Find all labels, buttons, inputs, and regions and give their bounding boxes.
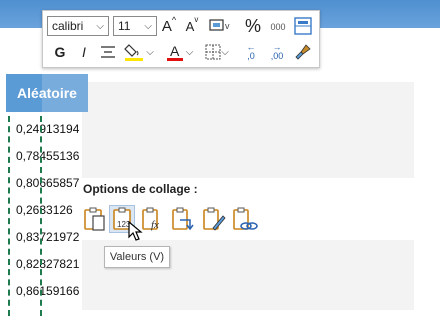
paintbrush-icon <box>295 44 311 60</box>
paste-values-tooltip: Valeurs (V) <box>104 246 170 268</box>
svg-text:v: v <box>225 21 230 31</box>
thousands-label: 000 <box>270 22 286 32</box>
font-size-combo[interactable]: 11 ⌵ <box>113 16 157 36</box>
font-color-label: A <box>170 42 180 59</box>
font-color-button[interactable]: A ⌵ <box>163 41 197 63</box>
paste-transpose-icon <box>172 207 194 231</box>
chevron-down-icon: ⌵ <box>144 20 152 32</box>
percent-label: % <box>244 15 261 36</box>
decrease-decimal-button[interactable]: → ,00 <box>265 41 289 63</box>
font-color-swatch <box>166 57 183 61</box>
column-header-label: Aléatoire <box>17 85 77 101</box>
paste-formatting-icon <box>203 207 226 231</box>
font-name-combo[interactable]: calibri ⌵ <box>47 16 109 36</box>
copy-marquee <box>8 116 42 316</box>
italic-label: I <box>82 44 86 60</box>
tooltip-text: Valeurs (V) <box>109 251 165 263</box>
chevron-down-icon: ⌵ <box>185 46 194 58</box>
borders-button[interactable]: ⌵ <box>201 41 233 63</box>
fill-color-button[interactable]: ⌵ <box>122 41 156 63</box>
paste-options-title: Options de collage : <box>83 182 198 196</box>
italic-button[interactable]: I <box>75 41 93 63</box>
mouse-cursor-icon <box>128 221 143 241</box>
paste-button[interactable] <box>82 206 106 232</box>
mini-toolbar: calibri ⌵ 11 ⌵ A^ Av v % 000 G I ⌵ A ⌵ <box>42 10 320 68</box>
thousands-button[interactable]: 000 <box>267 17 289 37</box>
svg-text:fx: fx <box>151 219 159 231</box>
increase-font-button[interactable]: A ^ <box>160 15 178 37</box>
decrease-font-label: A <box>185 18 195 34</box>
paste-transpose-button[interactable] <box>170 206 194 232</box>
number-format-button[interactable]: v <box>207 16 235 36</box>
align-button[interactable] <box>99 41 117 63</box>
borders-icon <box>205 44 221 60</box>
paint-bucket-icon <box>124 44 144 61</box>
chevron-down-icon: ⌵ <box>146 46 154 58</box>
increase-font-label: A <box>161 17 172 35</box>
increase-decimal-label: ,0 <box>247 51 255 61</box>
decrease-decimal-label: ,00 <box>270 51 284 61</box>
paste-link-icon <box>233 207 258 230</box>
paste-formatting-button[interactable] <box>201 206 226 232</box>
percent-button[interactable]: % <box>244 15 262 37</box>
chevron-down-icon: ⌵ <box>96 20 104 32</box>
bold-button[interactable]: G <box>51 41 69 63</box>
font-size-value: 11 <box>118 19 131 33</box>
number-format-icon: v <box>209 19 230 31</box>
grid-format-icon <box>294 17 312 35</box>
clipboard-paste-icon <box>84 207 105 231</box>
increase-decimal-button[interactable]: ← ,0 <box>239 41 263 63</box>
align-center-icon <box>101 46 115 58</box>
column-header[interactable]: Aléatoire <box>6 74 88 112</box>
paste-link-button[interactable] <box>231 206 258 232</box>
bold-label: G <box>54 44 66 60</box>
format-cells-button[interactable] <box>293 16 313 36</box>
format-painter-button[interactable] <box>292 41 314 63</box>
font-name-value: calibri <box>52 19 84 33</box>
decrease-font-button[interactable]: Av <box>183 15 201 37</box>
chevron-down-icon: ⌵ <box>221 46 229 58</box>
